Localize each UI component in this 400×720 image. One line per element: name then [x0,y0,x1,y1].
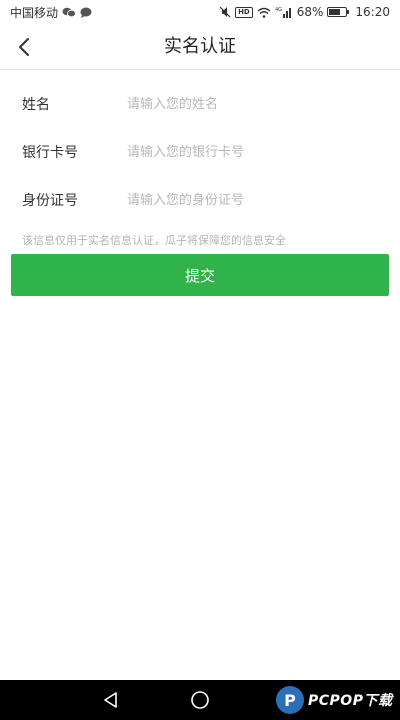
battery-percent: 68% [296,5,324,19]
message-icon [80,7,92,18]
chevron-left-icon [19,38,29,56]
mute-icon [219,6,231,18]
wechat-icon [62,7,76,18]
id-number-label: 身份证号 [22,193,78,209]
watermark-logo: P [276,686,304,714]
carrier-name: 中国移动 [10,5,59,20]
name-input[interactable] [127,89,400,119]
bank-card-row: 银行卡号 [0,128,400,176]
bank-card-input[interactable] [127,137,400,167]
submit-container: 提交 [0,252,400,296]
submit-button[interactable]: 提交 [11,254,389,296]
wifi-icon [257,7,271,18]
back-button[interactable] [10,33,38,61]
network-type-label: 4G [275,7,282,13]
bank-card-label: 银行卡号 [22,145,78,161]
status-bar: 中国移动 HD 4G 68% 16:20 [0,0,400,24]
nav-back-button[interactable] [101,690,121,710]
id-number-row: 身份证号 [0,176,400,224]
nav-back-icon [104,692,117,708]
page-title: 实名认证 [164,36,236,57]
signal-icon: 4G [275,6,293,18]
nav-home-icon [191,691,209,709]
hd-icon: HD [235,6,253,18]
system-nav-bar: P PCPOP下载 [0,680,400,720]
id-number-input[interactable] [127,185,400,215]
watermark-text: PCPOP下载 [308,693,393,709]
battery-icon [327,7,350,17]
watermark-logo-letter: P [284,690,296,710]
name-label: 姓名 [22,97,50,113]
verification-form: 姓名 银行卡号 身份证号 该信息仅用于实名信息认证，瓜子将保障您的信息安全 提交 [0,70,400,296]
clock-time: 16:20 [355,5,390,19]
battery-fill [329,9,341,15]
name-row: 姓名 [0,80,400,128]
nav-bar: 实名认证 [0,24,400,70]
nav-home-button[interactable] [190,690,210,710]
privacy-note: 该信息仅用于实名信息认证，瓜子将保障您的信息安全 [22,234,286,247]
watermark: P PCPOP下载 [276,683,392,717]
